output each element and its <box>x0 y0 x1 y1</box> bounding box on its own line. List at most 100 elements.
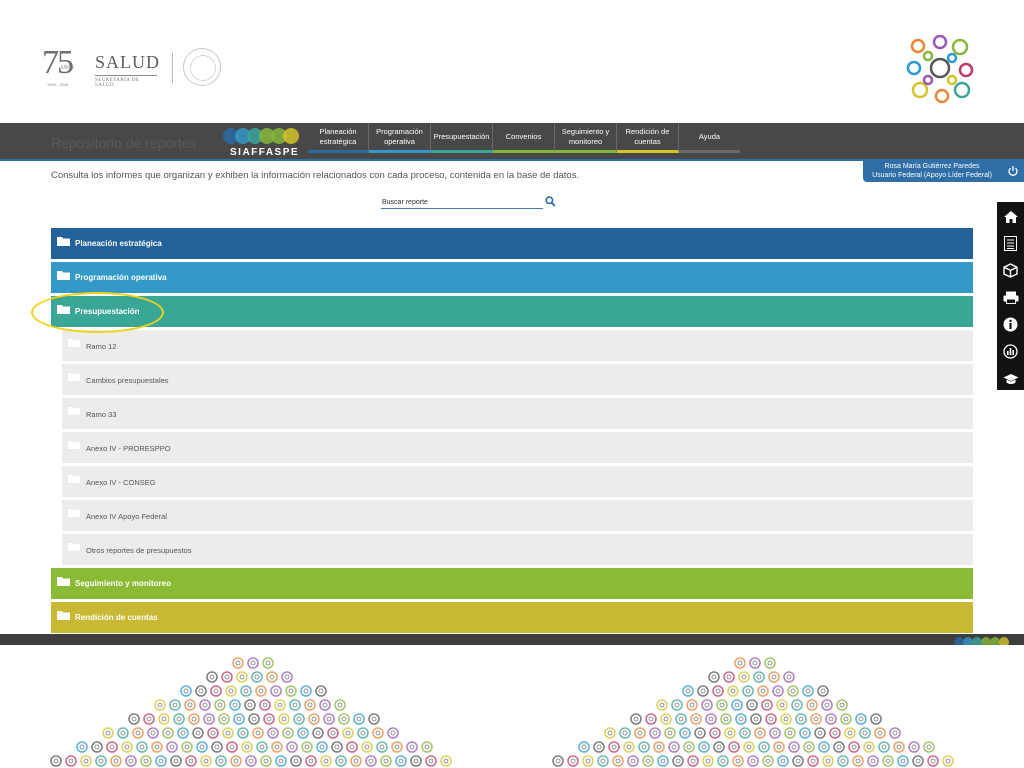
nav-item-programacion[interactable]: Programación operativa <box>369 123 431 153</box>
pattern-ring-inner <box>229 744 235 750</box>
subitem-anexo-iv-apoyo-federal[interactable]: Anexo IV Apoyo Federal <box>62 500 973 531</box>
pattern-ring-inner <box>180 730 186 736</box>
pattern-ring-inner <box>188 758 194 764</box>
section-programacion[interactable]: Programación operativa <box>51 262 973 293</box>
footer-dots-icon <box>954 637 1009 645</box>
pattern-ring-inner <box>787 730 793 736</box>
subitem-cambios-presupuestales[interactable]: Cambios presupuestales <box>62 364 973 395</box>
pattern-ring-inner <box>176 716 182 722</box>
pattern-ring-inner <box>945 758 951 764</box>
pattern-ring <box>870 713 882 725</box>
pattern-ring <box>125 755 137 767</box>
pattern-ring <box>701 699 713 711</box>
pattern-ring <box>664 727 676 739</box>
pattern-ring-inner <box>150 730 156 736</box>
pattern-ring-inner <box>383 758 389 764</box>
nav-item-convenios[interactable]: Convenios <box>493 123 555 153</box>
pattern-ring <box>679 727 691 739</box>
section-rendicion[interactable]: Rendición de cuentas <box>51 602 973 633</box>
pattern-ring <box>338 713 350 725</box>
subitem-anexo-iv-conseg[interactable]: Anexo IV - CONSEG <box>62 466 973 497</box>
nav-item-presupuestacion[interactable]: Presupuestación <box>431 123 493 153</box>
search-icon[interactable] <box>545 196 556 207</box>
pattern-ring <box>391 741 403 753</box>
pattern-ring-inner <box>881 744 887 750</box>
pattern-ring-inner <box>840 758 846 764</box>
pattern-ring-inner <box>757 730 763 736</box>
pattern-ring-inner <box>198 688 204 694</box>
subitem-ramo-33[interactable]: Ramo 33 <box>62 398 973 429</box>
pattern-ring-inner <box>330 730 336 736</box>
pattern-ring-inner <box>648 716 654 722</box>
section-seguimiento[interactable]: Seguimiento y monitoreo <box>51 568 973 599</box>
pattern-ring-inner <box>825 758 831 764</box>
pattern-ring <box>757 685 769 697</box>
pattern-ring-inner <box>663 716 669 722</box>
pattern-ring <box>376 741 388 753</box>
subitem-ramo-12[interactable]: Ramo 12 <box>62 330 973 361</box>
pattern-ring <box>65 755 77 767</box>
pattern-ring-inner <box>169 744 175 750</box>
pattern-ring <box>803 741 815 753</box>
nav-item-seguimiento[interactable]: Seguimiento y monitoreo <box>555 123 617 153</box>
pattern-ring <box>267 727 279 739</box>
pattern-ring <box>395 755 407 767</box>
pattern-ring <box>211 741 223 753</box>
pattern-ring <box>694 727 706 739</box>
graduation-button[interactable] <box>997 365 1024 392</box>
pattern-ring-inner <box>615 758 621 764</box>
pattern-ring <box>76 741 88 753</box>
pattern-ring-inner <box>353 758 359 764</box>
rings-logo-icon <box>906 34 974 104</box>
pattern-ring-inner <box>764 702 770 708</box>
pattern-ring-inner <box>832 730 838 736</box>
pattern-ring <box>166 741 178 753</box>
power-icon[interactable] <box>1007 165 1019 177</box>
pattern-ring-inner <box>184 744 190 750</box>
pattern-ring <box>289 699 301 711</box>
chart-button[interactable] <box>997 338 1024 365</box>
pattern-ring <box>942 755 954 767</box>
pattern-ring <box>215 755 227 767</box>
pattern-ring <box>762 755 774 767</box>
pattern-ring <box>244 699 256 711</box>
printer-button[interactable] <box>997 284 1024 311</box>
siaffaspe-logo[interactable]: SIAFFASPE <box>221 123 301 161</box>
pattern-ring <box>698 741 710 753</box>
subitem-otros-reportes[interactable]: Otros reportes de presupuestos <box>62 534 973 565</box>
search-input[interactable] <box>381 196 543 209</box>
subitem-anexo-iv-proresppo[interactable]: Anexo IV - PRORESPPO <box>62 432 973 463</box>
salud-rule <box>95 75 157 76</box>
pattern-ring-inner <box>753 716 759 722</box>
pattern-ring <box>421 741 433 753</box>
folder-icon <box>68 407 80 415</box>
pattern-ring-inner <box>737 660 743 666</box>
pattern-ring <box>50 755 62 767</box>
nav-item-ayuda[interactable]: Ayuda <box>679 123 740 153</box>
salud-word: SALUD <box>95 52 161 72</box>
pattern-ring-inner <box>224 674 230 680</box>
pattern-ring-inner <box>727 730 733 736</box>
pattern-ring-inner <box>263 758 269 764</box>
pattern-ring-inner <box>711 674 717 680</box>
pattern-ring-inner <box>375 730 381 736</box>
pattern-ring-inner <box>671 744 677 750</box>
nav-item-rendicion[interactable]: Rendición de cuentas <box>617 123 679 153</box>
pattern-ring <box>829 727 841 739</box>
info-button[interactable] <box>997 311 1024 338</box>
pattern-ring-inner <box>173 758 179 764</box>
list-button[interactable] <box>997 230 1024 257</box>
section-presupuestacion[interactable]: Presupuestación <box>51 296 973 327</box>
pattern-ring <box>301 741 313 753</box>
section-planeacion[interactable]: Planeación estratégica <box>51 228 973 259</box>
pattern-ring <box>274 699 286 711</box>
pattern-ring <box>657 755 669 767</box>
cube-button[interactable] <box>997 257 1024 284</box>
pattern-ring-inner <box>235 660 241 666</box>
pattern-ring-inner <box>806 744 812 750</box>
pattern-ring-inner <box>660 758 666 764</box>
pattern-ring-inner <box>828 716 834 722</box>
nav-item-planeacion[interactable]: Planeación estratégica <box>308 123 369 153</box>
pattern-ring-inner <box>217 702 223 708</box>
home-button[interactable] <box>997 203 1024 230</box>
